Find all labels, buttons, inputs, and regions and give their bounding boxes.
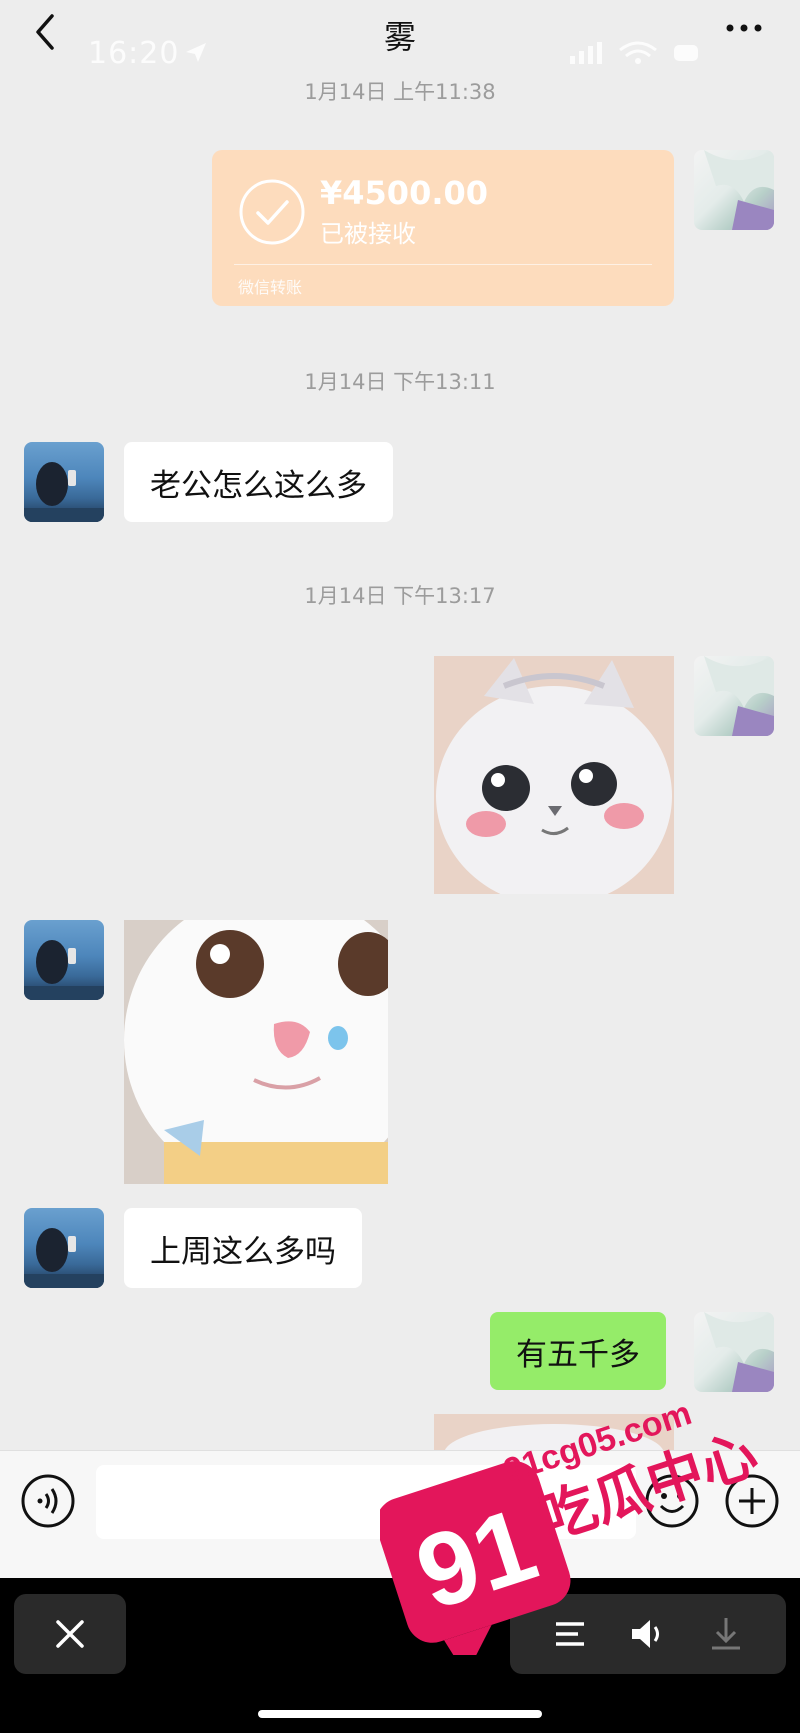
chat-header: 16:20 雾 xyxy=(0,0,800,71)
timestamp: 1月14日 下午13:11 xyxy=(304,370,496,394)
home-indicator xyxy=(258,1710,542,1718)
divider xyxy=(234,264,652,265)
avatar-self[interactable] xyxy=(694,150,774,230)
avatar-contact[interactable] xyxy=(24,920,104,1000)
more-dots-icon[interactable] xyxy=(722,16,766,40)
sticker-image[interactable] xyxy=(434,656,674,894)
message-bubble[interactable]: 上周这么多吗 xyxy=(124,1208,362,1288)
sticker-image[interactable] xyxy=(124,920,388,1184)
close-icon xyxy=(56,1620,84,1648)
voice-icon[interactable] xyxy=(20,1473,76,1529)
transfer-amount: ¥4500.00 xyxy=(320,174,489,212)
avatar-self[interactable] xyxy=(694,656,774,736)
message-bubble[interactable]: 老公怎么这么多 xyxy=(124,442,393,522)
close-button[interactable] xyxy=(14,1594,126,1674)
check-circle-icon xyxy=(239,179,305,245)
watermark-logo: 91 91cg05.com 吃瓜中心 xyxy=(380,1394,760,1655)
transfer-footer: 微信转账 xyxy=(238,278,303,297)
status-indicators-icon xyxy=(570,41,698,64)
transfer-card[interactable]: ¥4500.00 已被接收 微信转账 xyxy=(212,150,674,306)
transfer-status: 已被接收 xyxy=(320,220,416,248)
timestamp: 1月14日 上午11:38 xyxy=(304,80,496,104)
avatar-contact[interactable] xyxy=(24,442,104,522)
avatar-contact[interactable] xyxy=(24,1208,104,1288)
timestamp: 1月14日 下午13:17 xyxy=(304,584,496,608)
